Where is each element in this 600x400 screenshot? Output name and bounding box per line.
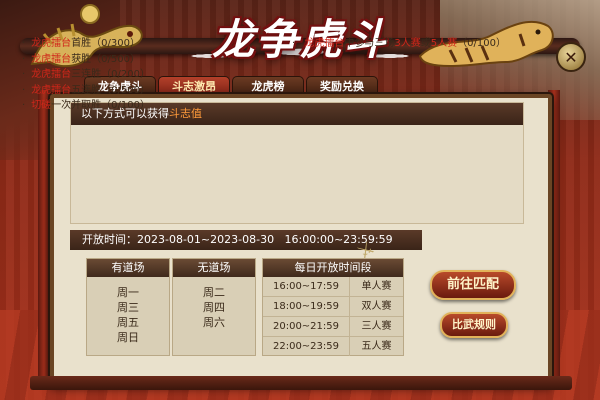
list-item: 龙虎擂台获胜（0/500） bbox=[22, 52, 150, 68]
without-arena-column: 无道场 周二 周四 周六 bbox=[172, 258, 256, 356]
without-arena-header: 无道场 bbox=[173, 259, 255, 277]
schedule-mode: 双人赛 bbox=[361, 301, 392, 312]
schedule-mode: 单人赛 bbox=[361, 281, 392, 292]
list-item-participation: 龙虎擂台中参与三场3人赛或5人赛（0/100） bbox=[292, 36, 506, 52]
list-item-text: 五连胜（0/500） bbox=[71, 84, 151, 96]
list-item-mode: 龙虎擂台 bbox=[31, 84, 72, 96]
panel-base bbox=[30, 376, 572, 390]
list-item-mode: 龙虎擂台 bbox=[31, 38, 72, 49]
table-row: 16:00~17:59 单人赛 bbox=[263, 277, 403, 297]
list-item-text: 三连胜（0/200） bbox=[71, 69, 151, 80]
close-button[interactable]: ✕ bbox=[556, 42, 586, 72]
open-time-label: 开放时间： bbox=[82, 233, 137, 246]
list-item: 龙虎擂台五连胜（0/500） bbox=[22, 83, 150, 99]
schedule-time: 20:00~21:59 bbox=[263, 317, 350, 336]
day-item: 周三 bbox=[117, 301, 139, 314]
list-item-text: 获胜（0/500） bbox=[71, 53, 141, 65]
spirit-source-list: 龙虎擂台首胜（0/300） 龙虎擂台获胜（0/500） 龙虎擂台三连胜（0/20… bbox=[22, 36, 150, 114]
day-item: 周六 bbox=[203, 316, 225, 329]
schedule-time: 22:00~23:59 bbox=[263, 337, 350, 356]
day-item: 周五 bbox=[117, 316, 139, 329]
table-row: 22:00~23:59 五人赛 bbox=[263, 337, 403, 356]
list-item-mode: 龙虎擂台 bbox=[31, 69, 72, 80]
schedule-time: 18:00~19:59 bbox=[263, 297, 350, 316]
day-item: 周一 bbox=[117, 286, 139, 299]
schedule-mode: 五人赛 bbox=[361, 341, 392, 352]
schedule-header: 每日开放时间段 bbox=[263, 259, 403, 277]
daily-schedule-table: 每日开放时间段 16:00~17:59 单人赛 18:00~19:59 双人赛 … bbox=[262, 258, 404, 356]
day-item: 周二 bbox=[203, 286, 225, 299]
list-item-mode-5v5: 5人赛 bbox=[430, 38, 458, 49]
list-item-text: 中参与三场 bbox=[344, 38, 395, 49]
list-item-mode: 龙虎擂台 bbox=[31, 53, 72, 65]
day-item: 周日 bbox=[117, 331, 139, 344]
list-item-mode-3v3: 3人赛 bbox=[394, 38, 421, 49]
list-item-text-or: 或 bbox=[420, 38, 431, 49]
list-item-text: 一次并取胜（0/100） bbox=[51, 100, 151, 111]
schedule-mode: 三人赛 bbox=[361, 321, 392, 332]
list-item: 龙虎擂台三连胜（0/200） bbox=[22, 67, 150, 83]
open-time-value: 2023-08-01~2023-08-30 16:00:00~23:59:59 bbox=[137, 233, 393, 246]
table-row: 18:00~19:59 双人赛 bbox=[263, 297, 403, 317]
section-header-highlight: 斗志值 bbox=[169, 107, 202, 120]
with-arena-header: 有道场 bbox=[87, 259, 169, 277]
with-arena-column: 有道场 周一 周三 周五 周日 bbox=[86, 258, 170, 356]
list-item-progress: （0/100） bbox=[457, 38, 506, 49]
list-item-mode: 龙虎擂台 bbox=[304, 38, 345, 49]
schedule-time: 16:00~17:59 bbox=[263, 277, 350, 296]
with-arena-days: 周一 周三 周五 周日 bbox=[87, 277, 169, 345]
pillar-left bbox=[38, 90, 50, 380]
go-match-button[interactable]: 前往匹配 bbox=[430, 270, 516, 300]
list-item-mode: 切磋 bbox=[31, 100, 52, 111]
list-item: 切磋一次并取胜（0/100） bbox=[22, 98, 150, 114]
list-item: 龙虎擂台首胜（0/300） bbox=[22, 36, 150, 52]
spirit-sources-section: 以下方式可以获得斗志值 bbox=[70, 102, 524, 224]
match-rules-button[interactable]: 比武规则 bbox=[440, 312, 508, 338]
day-item: 周四 bbox=[203, 301, 225, 314]
without-arena-days: 周二 周四 周六 bbox=[173, 277, 255, 330]
table-row: 20:00~21:59 三人赛 bbox=[263, 317, 403, 337]
list-item-text: 首胜（0/300） bbox=[71, 38, 141, 49]
